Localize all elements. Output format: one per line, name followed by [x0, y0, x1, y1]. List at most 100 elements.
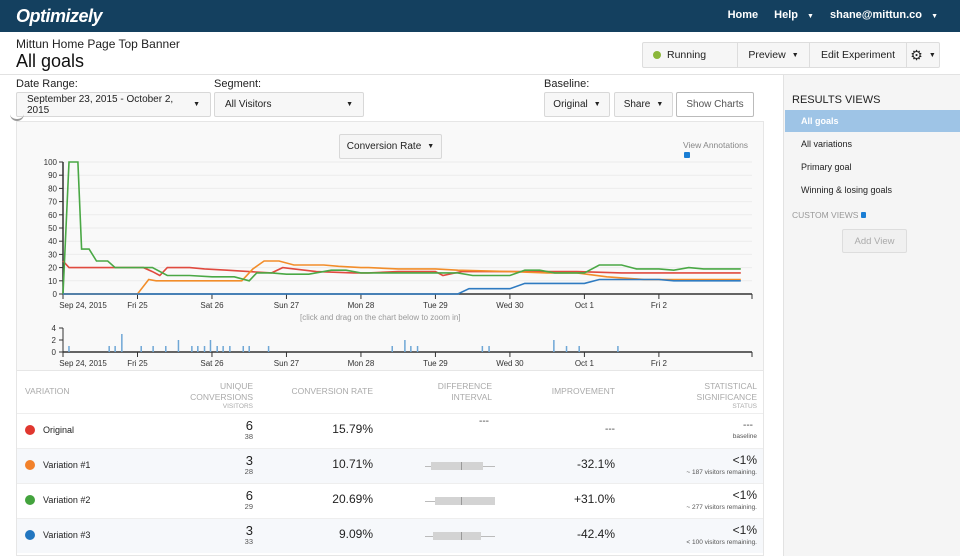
sidebar-item-winning-losing-goals[interactable]: Winning & losing goals — [785, 179, 960, 201]
interval-box — [431, 462, 483, 470]
date-range-select[interactable]: September 23, 2015 - October 2, 2015 ▼ — [16, 92, 211, 117]
add-view-button[interactable]: Add View — [842, 229, 907, 253]
collapse-handle[interactable] — [10, 113, 24, 121]
overview-bar — [197, 346, 199, 352]
x-tick-label: Mon 28 — [348, 301, 375, 310]
baseline-value: Original — [553, 99, 588, 110]
page-title: All goals — [16, 51, 85, 71]
interval-midpoint — [461, 497, 462, 505]
edit-experiment-button[interactable]: Edit Experiment — [810, 43, 907, 67]
overview-bar — [68, 346, 70, 352]
significance-value: <1% — [732, 453, 757, 467]
significance-value: --- — [743, 420, 753, 431]
overview-bar — [553, 340, 555, 352]
show-charts-button[interactable]: Show Charts — [676, 92, 754, 117]
overview-bar — [565, 346, 568, 352]
header-line: INTERVAL — [451, 392, 492, 402]
y-tick-label: 2 — [52, 336, 57, 345]
conversions-value: 3 — [245, 453, 253, 468]
overview-bar — [242, 346, 245, 352]
table-row[interactable]: Original 6 38 15.79% --- --- --- baselin… — [17, 413, 763, 448]
running-status-icon — [653, 51, 661, 59]
variation-color-dot — [25, 425, 35, 435]
nav-help-menu[interactable]: Help ▼ — [774, 9, 814, 21]
chevron-down-icon: ▼ — [807, 13, 814, 20]
baseline-label: Baseline: — [544, 78, 590, 90]
x-tick-label: Oct 1 — [575, 359, 595, 368]
results-views-heading: RESULTS VIEWS — [792, 94, 881, 106]
y-tick-label: 100 — [44, 158, 58, 167]
custom-views-label: CUSTOM VIEWS — [792, 210, 859, 220]
nav-home-link[interactable]: Home — [728, 9, 759, 21]
difference-interval-bar — [425, 531, 495, 541]
conversions-value: 3 — [245, 523, 253, 538]
y-tick-label: 30 — [48, 250, 57, 259]
preview-button[interactable]: Preview ▼ — [738, 43, 810, 67]
overview-bar — [108, 346, 110, 352]
lock-icon — [860, 212, 866, 218]
conversion-rate-chart[interactable]: 0 10 20 30 40 50 60 70 80 90 100 Sep 24, 2015 Fri 25… — [16, 150, 764, 315]
chevron-down-icon: ▼ — [427, 143, 435, 150]
top-navigation-bar: Optimizely Home Help ▼ shane@mittun.co ▼ — [0, 0, 960, 32]
settings-button[interactable]: ⚙ ▼ — [907, 43, 939, 67]
edit-label: Edit Experiment — [820, 49, 896, 61]
visitors-value: 38 — [244, 432, 253, 441]
variation-name: Variation #3 — [43, 530, 91, 540]
view-annotations-link[interactable]: View Annotations — [683, 140, 748, 150]
overview-bar — [121, 334, 123, 352]
overview-bar — [209, 340, 212, 352]
x-tick-label: Tue 29 — [423, 301, 448, 310]
date-range-value: September 23, 2015 - October 2, 2015 — [27, 93, 174, 116]
y-tick-label: 80 — [48, 184, 57, 193]
x-tick-label: Wed 30 — [496, 301, 524, 310]
header-variation: VARIATION — [25, 386, 70, 396]
breadcrumb[interactable]: Mittun Home Page Top Banner — [16, 37, 180, 51]
status-badge: Running — [643, 43, 738, 67]
interval-box — [433, 532, 481, 540]
chevron-down-icon: ▼ — [931, 13, 938, 20]
visitors-value: 29 — [244, 502, 253, 511]
segment-value: All Visitors — [225, 99, 272, 110]
significance-value: <1% — [732, 488, 757, 502]
experiment-actions: Running Preview ▼ Edit Experiment ⚙ ▼ — [642, 42, 940, 68]
header-visitors: VISITORS — [222, 403, 253, 410]
header-line: DIFFERENCE — [437, 381, 492, 391]
x-tick-label: Fri 25 — [127, 301, 148, 310]
x-tick-label: Mon 28 — [348, 359, 375, 368]
variation-name: Original — [43, 425, 75, 435]
sidebar-item-all-goals[interactable]: All goals — [785, 110, 960, 132]
segment-select[interactable]: All Visitors ▼ — [214, 92, 364, 117]
conversion-rate-value: 9.09% — [338, 527, 373, 541]
help-label: Help — [774, 9, 798, 21]
table-row[interactable]: Variation #1 3 28 10.71% -32.1% <1% ~ 18… — [17, 448, 763, 483]
conversions-value: 6 — [245, 418, 253, 433]
y-tick-label: 0 — [52, 348, 57, 357]
user-account-menu[interactable]: shane@mittun.co ▼ — [830, 9, 938, 21]
x-tick-label: Sun 27 — [274, 359, 300, 368]
header-statistical-significance: STATISTICAL SIGNIFICANCE STATUS — [657, 381, 757, 411]
optimizely-logo[interactable]: Optimizely — [16, 6, 103, 27]
status-note: ~ 187 visitors remaining. — [686, 469, 757, 476]
variation-color-dot — [25, 460, 35, 470]
x-tick-label: Wed 30 — [496, 359, 524, 368]
overview-bar — [578, 346, 580, 352]
table-row[interactable]: Variation #2 6 29 20.69% +31.0% <1% ~ 27… — [17, 483, 763, 518]
baseline-select[interactable]: Original ▼ — [544, 92, 610, 117]
y-tick-label: 40 — [48, 237, 57, 246]
share-button[interactable]: Share ▼ — [614, 92, 673, 117]
segment-label: Segment: — [214, 78, 262, 90]
sidebar-item-all-variations[interactable]: All variations — [785, 133, 960, 155]
table-row[interactable]: Variation #3 3 33 9.09% -42.4% <1% < 100… — [17, 518, 763, 553]
overview-bar-chart[interactable]: 0 2 4 Sep 24, 2015 Fri 25 Sat 26 Sun 27 Mon 28 T… — [16, 322, 764, 370]
y-tick-label: 4 — [52, 324, 57, 333]
overview-bar — [177, 340, 180, 352]
y-tick-label: 60 — [48, 211, 57, 220]
sidebar-item-primary-goal[interactable]: Primary goal — [785, 156, 960, 178]
overview-bar — [229, 346, 231, 352]
variation-name: Variation #2 — [43, 495, 91, 505]
significance-value: <1% — [732, 523, 757, 537]
conversions-value: 6 — [245, 488, 253, 503]
status-label: Running — [667, 49, 707, 61]
series-line-variation-1 — [63, 260, 741, 295]
user-email: shane@mittun.co — [829, 9, 922, 21]
